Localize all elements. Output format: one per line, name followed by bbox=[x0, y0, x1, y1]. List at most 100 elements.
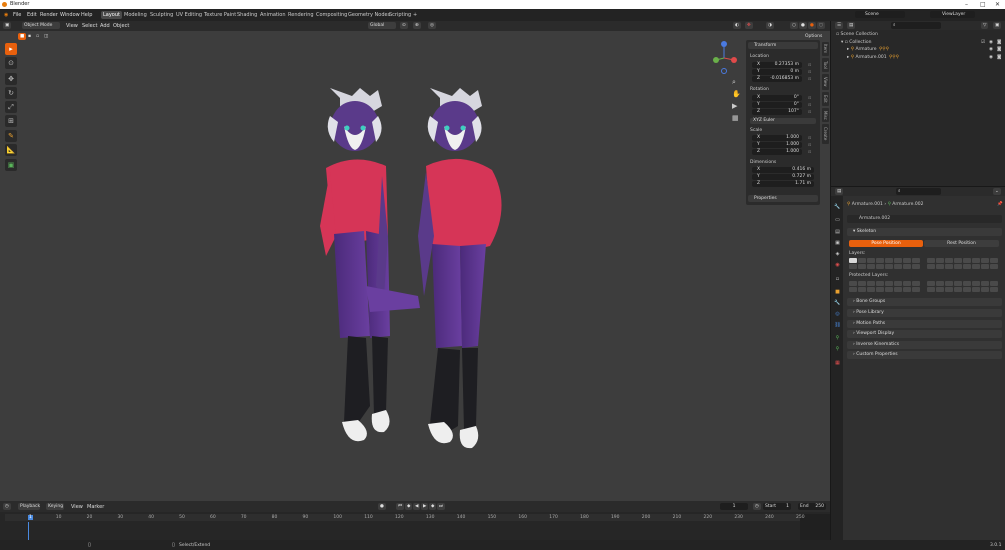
menu-file[interactable]: File bbox=[13, 12, 21, 18]
blender-menu-icon[interactable]: ◉ bbox=[4, 12, 8, 18]
tab-modeling[interactable]: Modeling bbox=[122, 11, 149, 19]
layer-toggle[interactable] bbox=[963, 287, 971, 292]
rotation-y-field[interactable]: Y 0° bbox=[752, 102, 802, 108]
layer-toggle[interactable] bbox=[981, 281, 989, 286]
gizmo-icon[interactable]: ✥ bbox=[745, 22, 753, 29]
transform-tool-icon[interactable]: ⊞ bbox=[5, 115, 17, 127]
layer-toggle[interactable] bbox=[849, 287, 857, 292]
tab-layout[interactable]: Layout bbox=[101, 11, 122, 19]
physics-tab-icon[interactable]: ◎ bbox=[834, 311, 841, 318]
frame-ruler[interactable] bbox=[5, 514, 825, 521]
eye-icon[interactable]: ◉ bbox=[989, 46, 993, 53]
select-subtract-icon[interactable]: ▫ bbox=[34, 33, 42, 40]
outliner-row-scene-collection[interactable]: ▫ Scene Collection bbox=[836, 31, 878, 38]
properties-section-header[interactable]: Properties bbox=[748, 195, 818, 202]
menu-help[interactable]: Help bbox=[81, 12, 92, 18]
layer-toggle[interactable] bbox=[954, 264, 962, 269]
layer-toggle[interactable] bbox=[858, 258, 866, 263]
sidebar-tab-edit[interactable]: Edit bbox=[822, 92, 829, 106]
custom-properties-section[interactable]: › Custom Properties bbox=[847, 351, 1002, 359]
lock-icon[interactable]: ⊡ bbox=[808, 135, 811, 140]
properties-search-input[interactable]: ⌕ bbox=[896, 188, 941, 195]
texture-tab-icon[interactable]: ▦ bbox=[834, 360, 841, 367]
viewport-menu-object[interactable]: Object bbox=[113, 23, 129, 29]
pivot-icon[interactable]: ⊙ bbox=[400, 22, 408, 29]
layer-toggle[interactable] bbox=[972, 258, 980, 263]
world-tab-icon[interactable]: ◉ bbox=[834, 262, 841, 269]
shading-wireframe-icon[interactable]: ○ bbox=[790, 22, 798, 29]
proportional-icon[interactable]: ◎ bbox=[428, 22, 436, 29]
shading-material-icon[interactable]: ● bbox=[808, 22, 816, 29]
select-box-tool-icon[interactable]: ▸ bbox=[5, 43, 17, 55]
jump-end-icon[interactable]: ⏭ bbox=[437, 503, 446, 510]
sidebar-tab-view[interactable]: View bbox=[822, 74, 829, 90]
visibility-icon[interactable]: ◐ bbox=[733, 22, 741, 29]
layer-toggle[interactable] bbox=[885, 287, 893, 292]
scale-z-field[interactable]: Z 1.000 bbox=[752, 149, 802, 155]
layer-toggle[interactable] bbox=[903, 264, 911, 269]
layer-toggle[interactable] bbox=[981, 287, 989, 292]
play-reverse-icon[interactable]: ◀ bbox=[413, 503, 421, 510]
pose-position-button[interactable]: Pose Position bbox=[849, 240, 923, 247]
properties-options-icon[interactable]: ⌄ bbox=[993, 188, 1001, 195]
layer-toggle[interactable] bbox=[927, 287, 935, 292]
preview-range-icon[interactable]: ◷ bbox=[753, 503, 761, 510]
layer-toggle[interactable] bbox=[936, 287, 944, 292]
annotate-tool-icon[interactable]: ✎ bbox=[5, 130, 17, 142]
modifier-tab-icon[interactable]: 🔧 bbox=[834, 300, 841, 307]
sidebar-tab-create[interactable]: Create bbox=[822, 124, 829, 144]
outliner-row-armature-001[interactable]: ▸ ⚲ Armature.001 ⚲⚲⚲ ◉ ◙ bbox=[847, 54, 1001, 61]
tab-compositing[interactable]: Compositing bbox=[314, 11, 349, 19]
camera-icon[interactable]: ◙ bbox=[997, 39, 1001, 46]
layers-grid-left[interactable] bbox=[849, 258, 920, 269]
layer-toggle[interactable] bbox=[954, 258, 962, 263]
motion-paths-section[interactable]: › Motion Paths bbox=[847, 320, 1002, 328]
layer-toggle[interactable] bbox=[990, 258, 998, 263]
layer-toggle[interactable] bbox=[912, 264, 920, 269]
cursor-tool-icon[interactable]: ⊙ bbox=[5, 57, 17, 69]
lock-icon[interactable]: ⊡ bbox=[808, 62, 811, 67]
layer-toggle[interactable] bbox=[867, 281, 875, 286]
view-layer-tab-icon[interactable]: ▣ bbox=[834, 240, 841, 247]
add-cube-tool-icon[interactable]: ▣ bbox=[5, 159, 17, 171]
layer-toggle[interactable] bbox=[927, 264, 935, 269]
tab-rendering[interactable]: Rendering bbox=[286, 11, 316, 19]
protected-layers-grid-right[interactable] bbox=[927, 281, 998, 292]
output-tab-icon[interactable]: ▤ bbox=[834, 229, 841, 236]
protected-layers-grid-left[interactable] bbox=[849, 281, 920, 292]
bone-tab-icon[interactable]: ⚲ bbox=[834, 346, 841, 353]
location-y-field[interactable]: Y 0 m bbox=[752, 69, 802, 75]
layer-toggle[interactable] bbox=[849, 281, 857, 286]
location-z-field[interactable]: Z -0.016853 m bbox=[752, 76, 802, 82]
layer-toggle[interactable] bbox=[990, 281, 998, 286]
start-frame-field[interactable]: Start 1 bbox=[763, 503, 791, 510]
layer-toggle[interactable] bbox=[876, 264, 884, 269]
lock-icon[interactable]: ⊡ bbox=[808, 95, 811, 100]
tab-animation[interactable]: Animation bbox=[258, 11, 288, 19]
layer-toggle[interactable] bbox=[894, 258, 902, 263]
outliner-search-input[interactable]: ⌕ bbox=[891, 22, 941, 29]
editor-type-icon[interactable]: ▣ bbox=[3, 22, 12, 29]
maximize-icon[interactable]: □ bbox=[980, 0, 986, 9]
render-tab-icon[interactable]: ▭ bbox=[834, 217, 841, 224]
layer-toggle[interactable] bbox=[849, 258, 857, 263]
end-frame-field[interactable]: End 250 bbox=[798, 503, 826, 510]
options-button[interactable]: Options bbox=[803, 33, 823, 40]
layer-toggle[interactable] bbox=[945, 264, 953, 269]
rotation-z-field[interactable]: Z 107° bbox=[752, 109, 802, 115]
keying-menu[interactable]: Keying bbox=[46, 503, 64, 510]
lock-icon[interactable]: ⊡ bbox=[808, 142, 811, 147]
layer-toggle[interactable] bbox=[936, 258, 944, 263]
filter-icon[interactable]: ▽ bbox=[981, 22, 989, 29]
layer-toggle[interactable] bbox=[885, 281, 893, 286]
layer-toggle[interactable] bbox=[849, 264, 857, 269]
mode-dropdown[interactable]: Object Mode bbox=[22, 22, 60, 29]
layer-toggle[interactable] bbox=[936, 281, 944, 286]
measure-tool-icon[interactable]: 📐 bbox=[5, 144, 17, 156]
prev-key-icon[interactable]: ◆ bbox=[405, 503, 413, 510]
layer-toggle[interactable] bbox=[945, 281, 953, 286]
sidebar-tab-tool[interactable]: Tool bbox=[822, 58, 829, 72]
layer-toggle[interactable] bbox=[894, 264, 902, 269]
tab-shading[interactable]: Shading bbox=[235, 11, 259, 19]
viewport-menu-view[interactable]: View bbox=[66, 23, 78, 29]
